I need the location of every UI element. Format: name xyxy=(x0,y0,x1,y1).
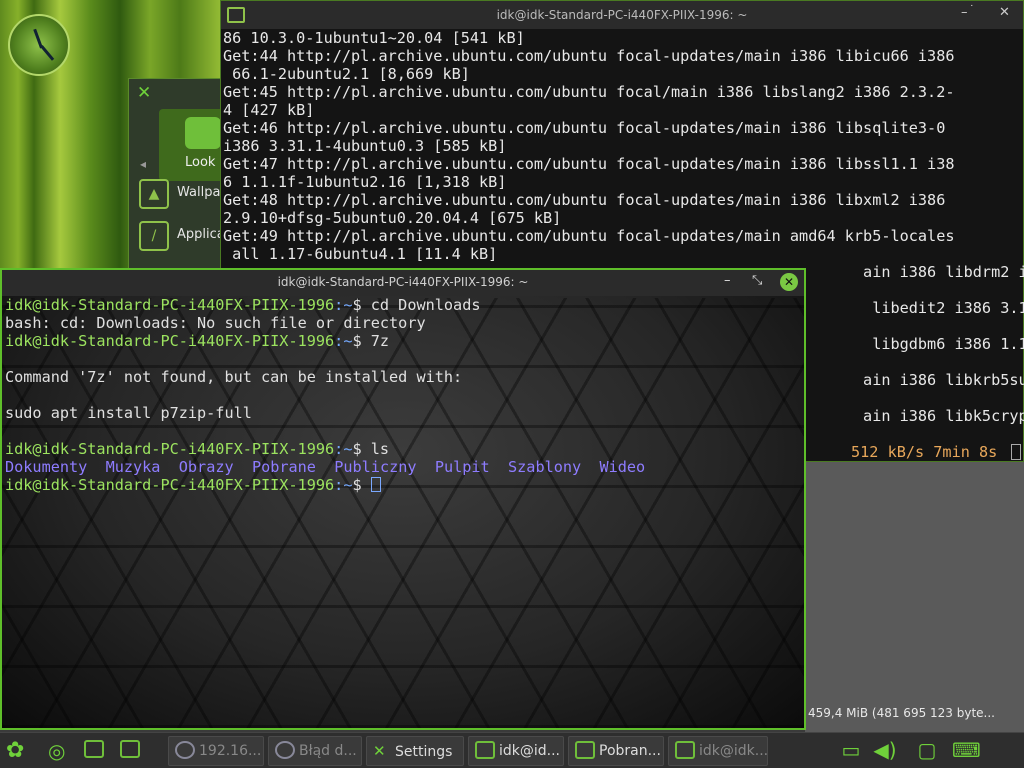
front-terminal-title: idk@idk-Standard-PC-i440FX-PIIX-1996: ~ xyxy=(277,275,529,289)
settings-look-label: Look xyxy=(185,155,216,170)
close-button[interactable]: ✕ xyxy=(780,273,798,291)
background-window xyxy=(805,462,1024,732)
dir-entry: Publiczny xyxy=(334,458,417,476)
image-icon: ▲ xyxy=(139,179,169,209)
taskbar-item-label: Błąd d... xyxy=(299,743,357,759)
prompt-user: idk@idk-Standard-PC-i440FX-PIIX-1996 xyxy=(5,440,335,458)
dir-entry: Pulpit xyxy=(434,458,490,476)
taskbar-item-label: idk@id... xyxy=(499,743,561,759)
prompt-path: :~ xyxy=(334,332,353,350)
start-menu-icon[interactable]: ✿ xyxy=(6,737,24,765)
taskbar-item-label: Settings xyxy=(395,744,453,760)
folder-icon xyxy=(575,741,595,759)
terminal-icon xyxy=(475,741,495,759)
prompt-user: idk@idk-Standard-PC-i440FX-PIIX-1996 xyxy=(5,332,335,350)
output-line: sudo apt install p7zip-full xyxy=(5,404,252,422)
terminal-cursor xyxy=(370,477,381,492)
taskbar-item-terminal-2[interactable]: idk@idk... xyxy=(668,736,768,766)
settings-look-item[interactable]: Look xyxy=(159,109,225,181)
command-text: $ xyxy=(352,476,371,494)
prompt-user: idk@idk-Standard-PC-i440FX-PIIX-1996 xyxy=(5,296,335,314)
volume-icon[interactable]: ◀) xyxy=(872,737,898,763)
terminal-launcher-icon[interactable] xyxy=(84,737,108,765)
back-terminal-titlebar[interactable]: idk@idk-Standard-PC-i440FX-PIIX-1996: ~ … xyxy=(221,1,1023,29)
brush-icon: / xyxy=(139,221,169,251)
dir-entry: Muzyka xyxy=(105,458,161,476)
status-text: 459,4 MiB (481 695 123 byte... xyxy=(808,706,995,720)
notifications-icon[interactable]: ▢ xyxy=(914,737,940,763)
minimize-button[interactable]: – xyxy=(961,5,968,20)
download-speed: 512 kB/s 7min 8s xyxy=(851,443,998,461)
taskbar-item-terminal[interactable]: idk@id... xyxy=(468,736,564,766)
settings-wallpaper-item[interactable]: ▲ Wallpa xyxy=(137,177,225,213)
taskbar-item-label: 192.16... xyxy=(199,743,262,759)
settings-wallpaper-label: Wallpa xyxy=(177,185,221,200)
close-button[interactable]: ✕ xyxy=(999,5,1010,20)
error-icon xyxy=(275,741,295,759)
clipboard-icon[interactable]: ▭ xyxy=(838,737,864,763)
maximize-button[interactable]: ⤡ xyxy=(752,273,762,288)
settings-icon: ✕ xyxy=(373,742,386,760)
prompt-path: :~ xyxy=(334,296,353,314)
dir-entry: Dokumenty xyxy=(5,458,88,476)
files-launcher-icon[interactable] xyxy=(120,737,144,765)
taskbar: ✿ ◎ 192.16... Błąd d... ✕ Settings idk@id… xyxy=(0,732,1024,768)
front-terminal-window[interactable]: idk@idk-Standard-PC-i440FX-PIIX-1996: ~ … xyxy=(0,268,806,730)
look-icon xyxy=(185,117,221,149)
taskbar-item-files[interactable]: Pobran... xyxy=(568,736,664,766)
output-line: Command '7z' not found, but can be insta… xyxy=(5,368,463,386)
clock-widget xyxy=(8,14,70,76)
browser-launcher-icon[interactable]: ◎ xyxy=(48,737,65,765)
front-terminal-output[interactable]: idk@idk-Standard-PC-i440FX-PIIX-1996:~$ … xyxy=(5,296,645,494)
prompt-user: idk@idk-Standard-PC-i440FX-PIIX-1996 xyxy=(5,476,335,494)
taskbar-item-browser[interactable]: 192.16... xyxy=(168,736,264,766)
back-terminal-title: idk@idk-Standard-PC-i440FX-PIIX-1996: ~ xyxy=(496,8,748,22)
desktop: ✕ ◂ Look ▲ Wallpa / Applica idk@idk-Stan… xyxy=(0,0,1024,732)
taskbar-item-error[interactable]: Błąd d... xyxy=(268,736,362,766)
close-icon[interactable]: ✕ xyxy=(137,83,151,103)
taskbar-item-label: Pobran... xyxy=(599,743,661,759)
taskbar-item-settings[interactable]: ✕ Settings xyxy=(366,736,464,766)
command-text: $ cd Downloads xyxy=(352,296,481,314)
prompt-path: :~ xyxy=(334,440,353,458)
keyboard-layout-icon[interactable]: ⌨ xyxy=(952,737,981,763)
output-line: bash: cd: Downloads: No such file or dir… xyxy=(5,314,426,332)
dir-entry: Pobrane xyxy=(251,458,316,476)
dir-entry: Szablony xyxy=(508,458,582,476)
settings-window: ✕ ◂ Look ▲ Wallpa / Applica xyxy=(128,78,225,270)
terminal-cursor xyxy=(1011,444,1021,460)
prompt-path: :~ xyxy=(334,476,353,494)
settings-applications-item[interactable]: / Applica xyxy=(137,219,225,255)
terminal-icon xyxy=(675,741,695,759)
front-terminal-titlebar[interactable]: idk@idk-Standard-PC-i440FX-PIIX-1996: ~ … xyxy=(2,270,804,296)
dir-entry: Obrazy xyxy=(178,458,234,476)
command-text: $ ls xyxy=(352,440,390,458)
taskbar-item-label: idk@idk... xyxy=(699,743,768,759)
command-text: $ 7z xyxy=(352,332,390,350)
dir-entry: Wideo xyxy=(599,458,646,476)
maximize-button[interactable]: ˙ xyxy=(969,3,975,16)
browser-icon xyxy=(175,741,195,759)
minimize-button[interactable]: – xyxy=(724,273,731,288)
settings-applications-label: Applica xyxy=(177,227,225,242)
